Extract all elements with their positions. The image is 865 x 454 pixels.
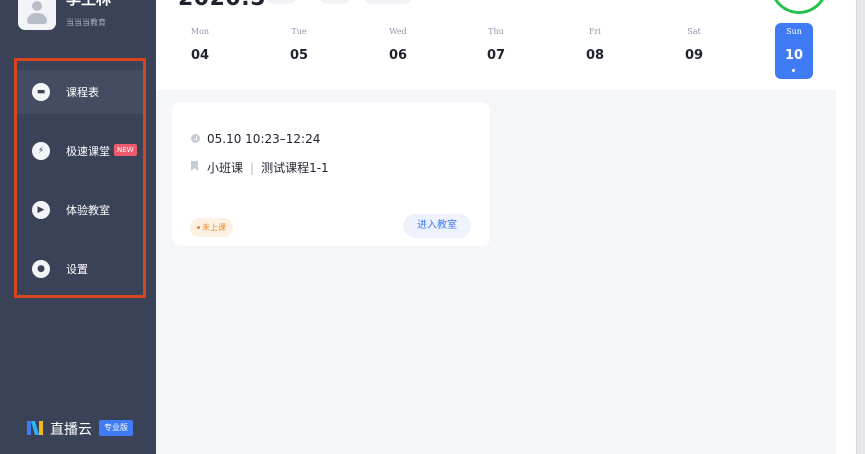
sidebar-item-label: 极速课堂 — [66, 145, 110, 158]
day-number: 10 — [784, 48, 804, 63]
play-screen-icon: ▶ — [32, 201, 50, 219]
clock-icon — [191, 134, 200, 143]
day-tue[interactable]: Tue 05 — [280, 23, 318, 79]
day-wed[interactable]: Wed 06 — [379, 23, 417, 79]
user-profile[interactable]: 李王林 当当当教育 — [18, 0, 158, 32]
status-badge: 未上课 — [190, 218, 233, 237]
course-info: 小班课 | 测试课程1-1 — [207, 159, 329, 176]
next-week-button[interactable] — [320, 0, 350, 4]
brand-logo-icon — [27, 421, 43, 435]
day-name: Sat — [687, 27, 701, 36]
gear-icon: ● — [32, 260, 50, 278]
day-number: 04 — [190, 48, 210, 63]
day-number: 09 — [684, 48, 704, 63]
day-name: Mon — [190, 27, 210, 36]
brand: 直播云 专业版 — [26, 418, 146, 440]
sidebar-item-label: 课程表 — [66, 86, 99, 99]
course-type: 小班课 — [207, 161, 244, 175]
day-number: 06 — [388, 48, 408, 63]
sidebar-item-settings[interactable]: ● 设置 — [17, 247, 143, 291]
sidebar: 李王林 当当当教育 ▬ 课程表 ⚡ 极速课堂 NEW ▶ 体验教室 ● 设置 直… — [0, 0, 156, 454]
sidebar-item-quick-class[interactable]: ⚡ 极速课堂 NEW — [17, 129, 143, 173]
enter-classroom-button[interactable]: 进入教室 — [403, 214, 471, 238]
edition-badge: 专业版 — [99, 420, 133, 436]
day-mon[interactable]: Mon 04 — [181, 23, 219, 79]
day-thu[interactable]: Thu 07 — [477, 23, 515, 79]
scroll-gutter — [836, 90, 856, 454]
schedule-content: 05.10 10:23–12:24 小班课 | 测试课程1-1 未上课 进入教室 — [156, 90, 836, 454]
status-dot-icon — [197, 226, 200, 229]
calendar-icon: ▬ — [32, 83, 50, 101]
user-avatar-icon[interactable] — [18, 0, 56, 30]
week-header: 2020.5 Mon 04 Tue 05 Wed 06 Thu 07 Fri 0… — [156, 0, 856, 90]
course-name: 测试课程1-1 — [261, 161, 329, 175]
day-number: 08 — [585, 48, 605, 63]
day-number: 05 — [289, 48, 309, 63]
bookmark-icon — [191, 161, 198, 171]
new-badge: NEW — [114, 144, 137, 156]
user-name: 李王林 — [66, 0, 111, 9]
status-text: 未上课 — [202, 223, 226, 232]
day-name: Sun — [786, 27, 802, 36]
sidebar-nav-highlight: ▬ 课程表 ⚡ 极速课堂 NEW ▶ 体验教室 ● 设置 — [14, 58, 146, 298]
sidebar-item-trial-classroom[interactable]: ▶ 体验教室 — [17, 188, 143, 232]
has-class-dot — [792, 69, 795, 72]
prev-week-button[interactable] — [266, 0, 296, 4]
today-button[interactable] — [364, 0, 412, 4]
sidebar-item-label: 体验教室 — [66, 204, 110, 217]
window-edge — [856, 0, 865, 454]
month-title: 2020.5 — [178, 0, 266, 11]
day-name: Tue — [291, 27, 307, 36]
day-fri[interactable]: Fri 08 — [576, 23, 614, 79]
day-sun-selected[interactable]: Sun 10 — [775, 23, 813, 79]
day-name: Thu — [488, 27, 504, 36]
brand-name: 直播云 — [50, 422, 92, 438]
day-name: Wed — [389, 27, 407, 36]
lightning-icon: ⚡ — [32, 142, 50, 160]
course-card[interactable]: 05.10 10:23–12:24 小班课 | 测试课程1-1 未上课 进入教室 — [172, 102, 490, 246]
day-sat[interactable]: Sat 09 — [675, 23, 713, 79]
sidebar-item-label: 设置 — [66, 263, 88, 276]
organization-name: 当当当教育 — [66, 18, 106, 27]
sidebar-item-schedule[interactable]: ▬ 课程表 — [17, 70, 143, 114]
day-number: 07 — [486, 48, 506, 63]
course-time: 05.10 10:23–12:24 — [207, 132, 321, 146]
today-indicator-icon — [770, 0, 828, 14]
info-separator: | — [250, 161, 255, 175]
day-name: Fri — [589, 27, 601, 36]
